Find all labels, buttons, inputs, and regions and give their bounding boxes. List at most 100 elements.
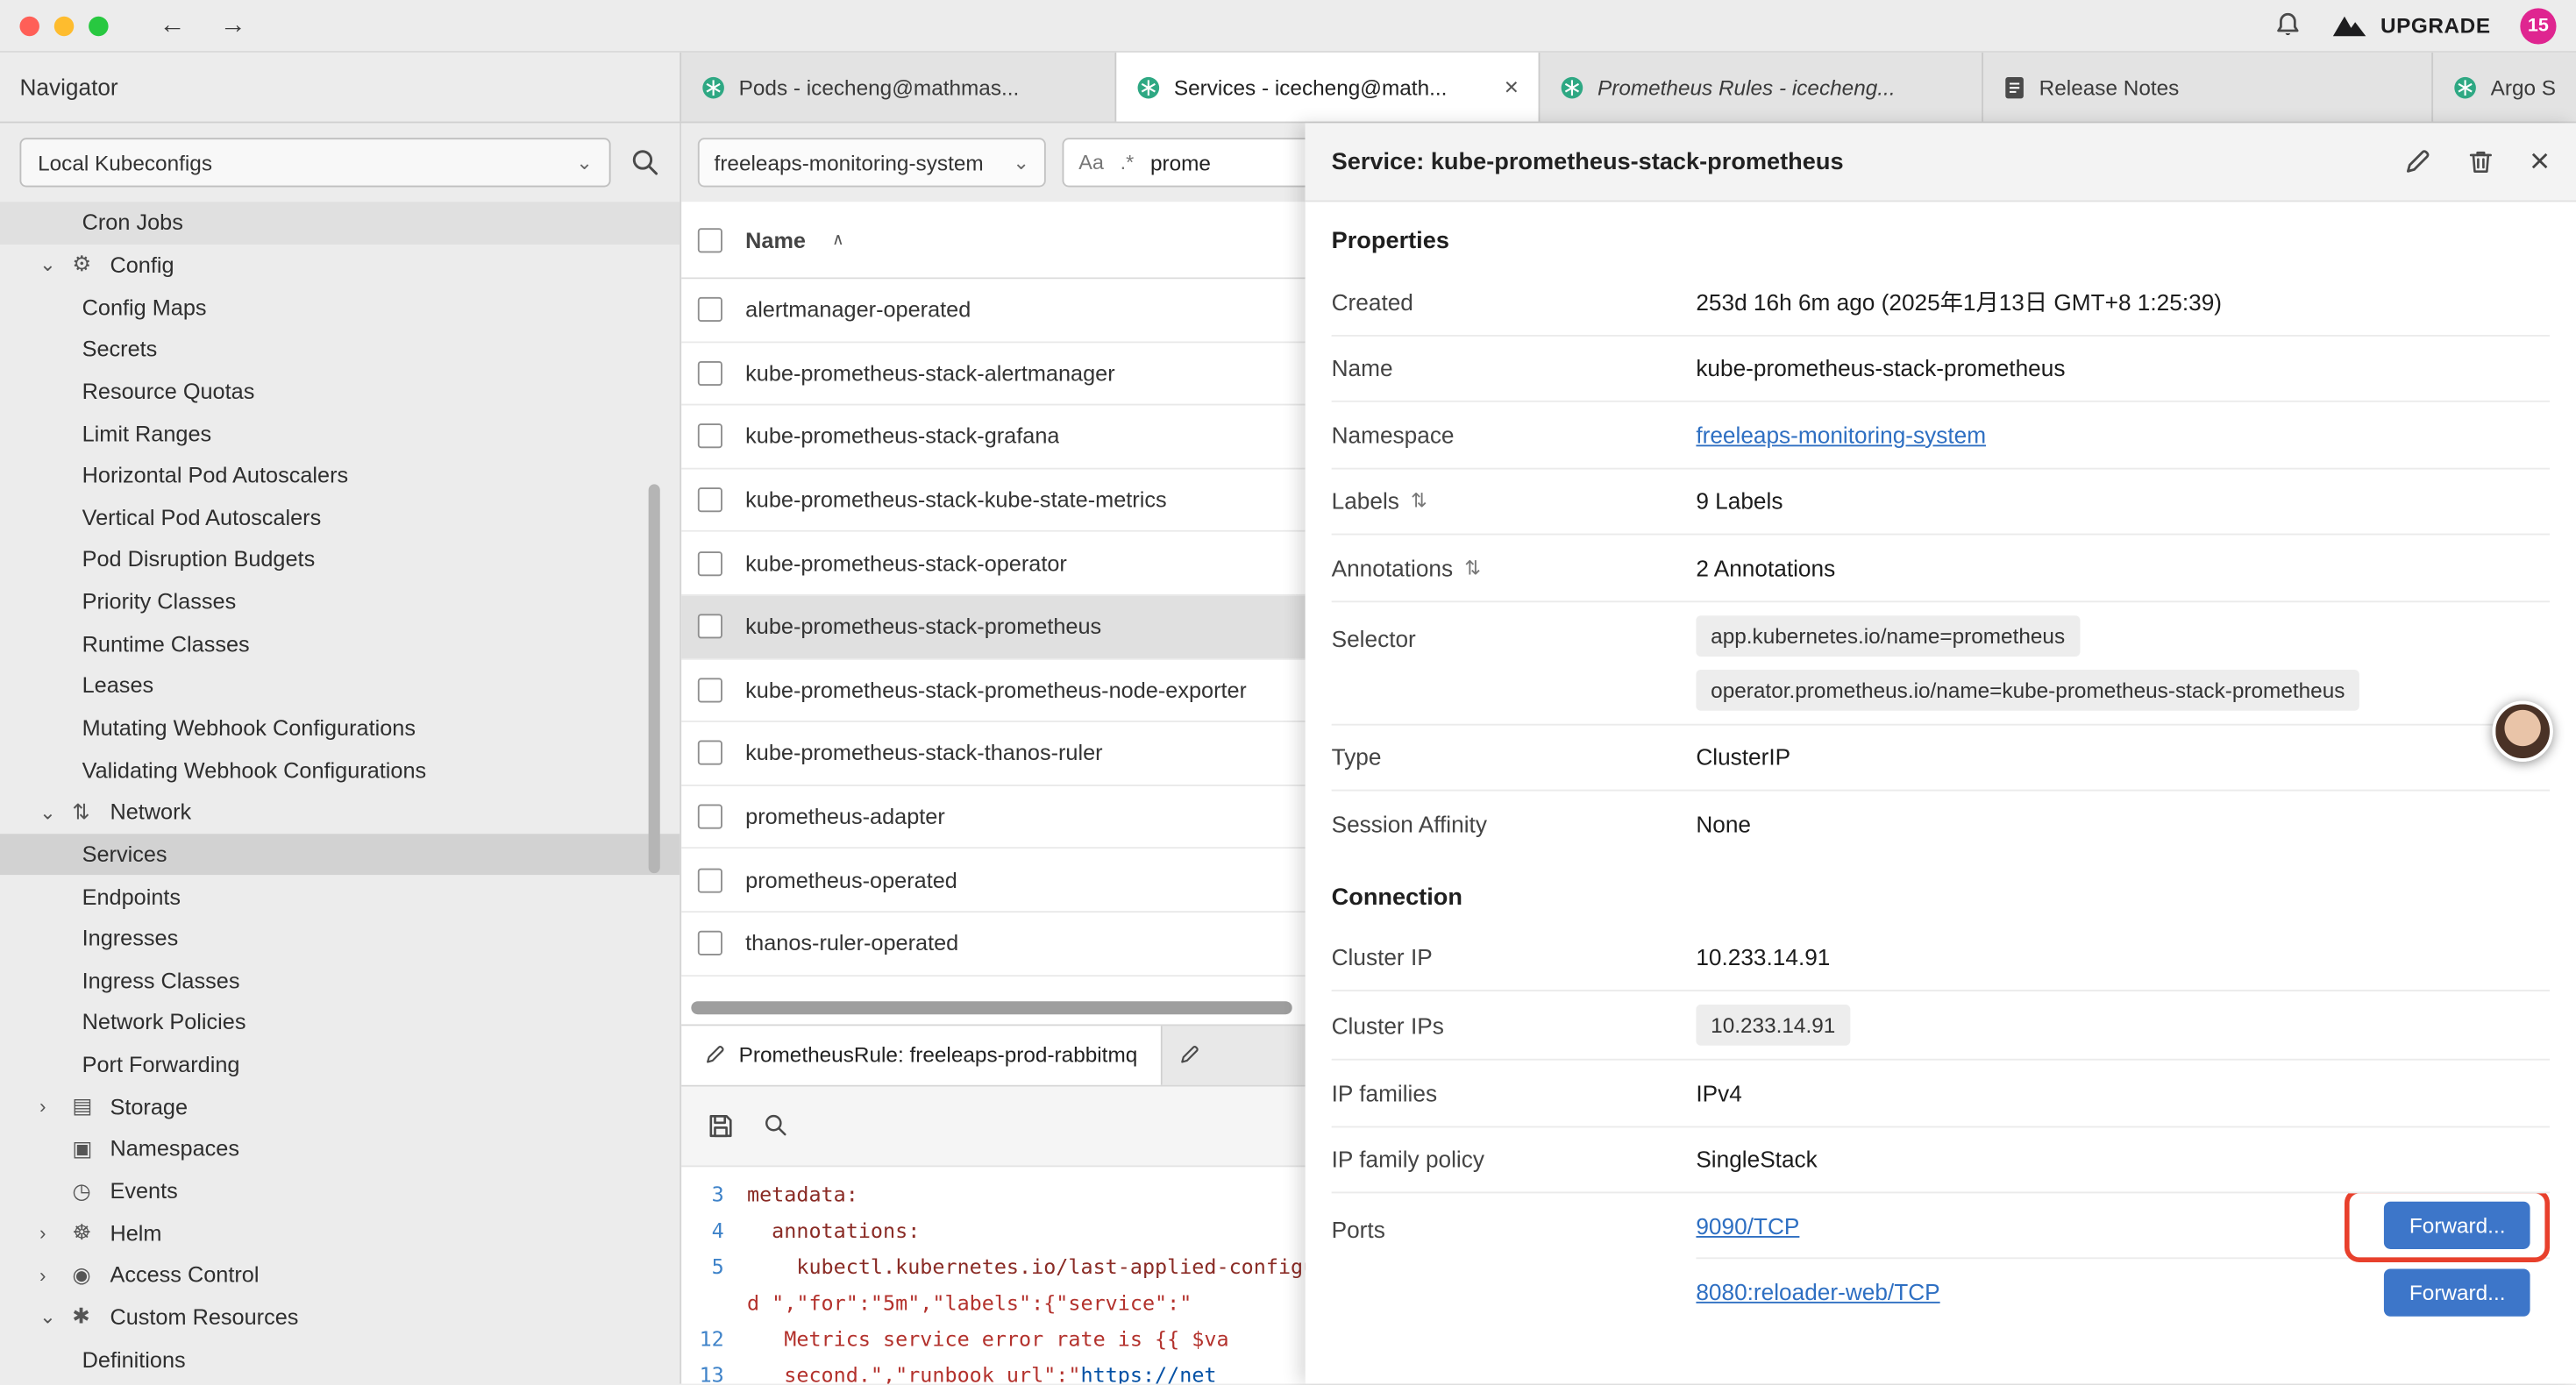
table-row[interactable]: kube-prometheus-stack-kube-state-metrics: [681, 469, 1306, 532]
row-checkbox[interactable]: [698, 931, 722, 955]
sidebar-item-label: Storage: [110, 1095, 188, 1119]
close-tab-icon[interactable]: ×: [1505, 73, 1519, 101]
floating-avatar[interactable]: [2493, 701, 2553, 762]
details-drawer: Service: kube-prometheus-stack-prometheu…: [1306, 123, 2576, 1383]
sidebar-item[interactable]: › ◉ Access Control: [0, 1254, 680, 1296]
row-checkbox[interactable]: [698, 678, 722, 702]
port-link[interactable]: 9090/TCP: [1696, 1212, 1799, 1239]
namespace-link[interactable]: freeleaps-monitoring-system: [1696, 422, 1986, 448]
cluster-ip-row: Cluster IP 10.233.14.91: [1332, 925, 2550, 991]
row-checkbox[interactable]: [698, 741, 722, 765]
sidebar-item[interactable]: ⌄ ⚙ Config: [0, 244, 680, 286]
close-window-button[interactable]: [19, 16, 39, 35]
notifications-bell-icon[interactable]: [2274, 11, 2302, 39]
name-column-header[interactable]: Name: [745, 227, 806, 252]
regex-toggle[interactable]: .*: [1121, 151, 1135, 174]
tab-release-notes[interactable]: Release Notes: [1983, 53, 2433, 122]
sidebar-item[interactable]: › ▤ Storage: [0, 1086, 680, 1128]
kubeconfig-selector[interactable]: Local Kubeconfigs ⌄: [19, 138, 610, 187]
sidebar-item[interactable]: ◷ Events: [0, 1170, 680, 1212]
sidebar-item[interactable]: Runtime Classes: [0, 622, 680, 664]
edit-icon[interactable]: [2403, 148, 2431, 176]
dock-tab-prometheusrule[interactable]: PrometheusRule: freeleaps-prod-rabbitmq: [681, 1025, 1162, 1083]
forward-button[interactable]: →: [210, 11, 256, 40]
scrollbar-thumb[interactable]: [691, 1000, 1292, 1013]
sidebar-item[interactable]: Vertical Pod Autoscalers: [0, 496, 680, 538]
table-row[interactable]: alertmanager-operated: [681, 279, 1306, 342]
row-checkbox[interactable]: [698, 805, 722, 829]
table-row[interactable]: kube-prometheus-stack-operator: [681, 532, 1306, 595]
sidebar-item[interactable]: Priority Classes: [0, 580, 680, 622]
row-checkbox[interactable]: [698, 297, 722, 322]
row-checkbox[interactable]: [698, 551, 722, 576]
sidebar-item[interactable]: Secrets: [0, 328, 680, 370]
trash-icon[interactable]: [2467, 148, 2494, 176]
expand-toggle-icon[interactable]: ⇅: [1464, 556, 1481, 579]
row-checkbox[interactable]: [698, 487, 722, 512]
match-case-toggle[interactable]: Aa: [1078, 151, 1104, 174]
port-link[interactable]: 8080:reloader-web/TCP: [1696, 1279, 1939, 1305]
row-checkbox[interactable]: [698, 868, 722, 892]
tab-services[interactable]: Services - icecheng@math... ×: [1116, 53, 1540, 122]
upgrade-button[interactable]: UPGRADE: [2331, 13, 2491, 38]
table-row[interactable]: thanos-ruler-operated: [681, 913, 1306, 976]
sidebar-item[interactable]: Services: [0, 834, 680, 876]
notification-count-badge[interactable]: 15: [2520, 7, 2556, 43]
minimize-window-button[interactable]: [54, 16, 74, 35]
sidebar-item[interactable]: Validating Webhook Configurations: [0, 749, 680, 791]
sidebar-item[interactable]: ▣ Namespaces: [0, 1128, 680, 1170]
sidebar-item[interactable]: Ingress Classes: [0, 960, 680, 1002]
sidebar-item[interactable]: Port Forwarding: [0, 1044, 680, 1086]
yaml-editor[interactable]: 3metadata:4 annotations:5 kubectl.kubern…: [681, 1166, 1306, 1383]
sidebar-item[interactable]: ⌄ ⇅ Network: [0, 792, 680, 834]
table-row[interactable]: kube-prometheus-stack-alertmanager: [681, 343, 1306, 406]
dock-tab-partial[interactable]: [1162, 1025, 1305, 1083]
annotations-value: 2 Annotations: [1696, 554, 2550, 580]
sidebar-item[interactable]: Pod Disruption Budgets: [0, 538, 680, 580]
tab-argo[interactable]: Argo S: [2433, 53, 2576, 122]
row-checkbox[interactable]: [698, 424, 722, 449]
sidebar-item[interactable]: ⌄ ✱ Custom Resources: [0, 1296, 680, 1339]
sidebar-item[interactable]: Config Maps: [0, 286, 680, 328]
sidebar-item[interactable]: Endpoints: [0, 876, 680, 918]
sidebar-item[interactable]: Network Policies: [0, 1002, 680, 1044]
select-all-checkbox[interactable]: [698, 227, 722, 252]
expand-toggle-icon[interactable]: ⇅: [1411, 489, 1427, 512]
sidebar-item[interactable]: Mutating Webhook Configurations: [0, 707, 680, 749]
sidebar-item[interactable]: Horizontal Pod Autoscalers: [0, 454, 680, 496]
tab-prometheus-rules[interactable]: Prometheus Rules - icecheng...: [1540, 53, 1983, 122]
table-row[interactable]: prometheus-operated: [681, 849, 1306, 913]
search-icon[interactable]: [764, 1113, 788, 1138]
zoom-window-button[interactable]: [89, 16, 108, 35]
sidebar-item[interactable]: Limit Ranges: [0, 412, 680, 454]
sidebar-item[interactable]: Resource Quotas: [0, 370, 680, 412]
navigator-panel-title: Navigator: [0, 53, 681, 122]
row-checkbox[interactable]: [698, 361, 722, 386]
chevron-icon: ›: [39, 1222, 72, 1245]
horizontal-scrollbar[interactable]: [681, 976, 1306, 1023]
search-input[interactable]: Aa .* prome: [1063, 138, 1306, 187]
port-forward-button[interactable]: Forward...: [2385, 1268, 2530, 1316]
sidebar-item[interactable]: Cron Jobs: [0, 202, 680, 244]
table-row[interactable]: kube-prometheus-stack-prometheus-node-ex…: [681, 659, 1306, 722]
sidebar-item[interactable]: Definitions: [0, 1339, 680, 1381]
sidebar-item[interactable]: › ☸ Helm: [0, 1212, 680, 1254]
namespace-filter-dropdown[interactable]: freeleaps-monitoring-system ⌄: [698, 138, 1046, 187]
table-row[interactable]: kube-prometheus-stack-prometheus: [681, 596, 1306, 659]
save-icon[interactable]: [708, 1112, 734, 1139]
table-row[interactable]: kube-prometheus-stack-grafana: [681, 406, 1306, 469]
close-icon[interactable]: ×: [2530, 145, 2550, 179]
row-checkbox[interactable]: [698, 614, 722, 639]
sidebar-item[interactable]: Ingresses: [0, 918, 680, 960]
sidebar-item-label: Limit Ranges: [82, 421, 212, 445]
search-icon[interactable]: [630, 148, 660, 178]
back-button[interactable]: ←: [149, 11, 195, 40]
port-forward-button[interactable]: Forward...: [2385, 1202, 2530, 1249]
sidebar-item-label: Resource Quotas: [82, 379, 255, 403]
sidebar-scrollbar[interactable]: [649, 484, 660, 873]
table-row[interactable]: kube-prometheus-stack-thanos-ruler: [681, 722, 1306, 785]
ip-families-value: IPv4: [1696, 1080, 2550, 1106]
tab-pods[interactable]: Pods - icecheng@mathmas...: [681, 53, 1116, 122]
table-row[interactable]: prometheus-adapter: [681, 785, 1306, 849]
sidebar-item[interactable]: Leases: [0, 664, 680, 707]
